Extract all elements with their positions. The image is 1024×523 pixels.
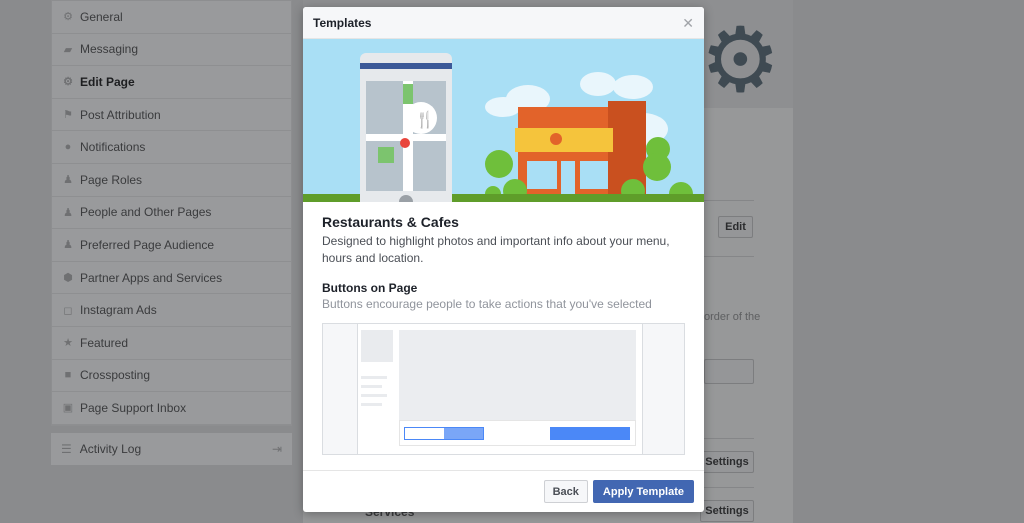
gear-icon: ⚙: [63, 76, 73, 89]
sidebar-item-page-roles[interactable]: ♟ Page Roles: [52, 164, 291, 197]
sidebar-item-featured[interactable]: ★ Featured: [52, 327, 291, 360]
section-description: Buttons encourage people to take actions…: [322, 297, 652, 311]
box-icon: ⬢: [63, 272, 73, 285]
sidebar-item-instagram-ads[interactable]: ◻ Instagram Ads: [52, 294, 291, 327]
background-input[interactable]: [704, 359, 754, 384]
sidebar-item-preferred-page-audience[interactable]: ♟ Preferred Page Audience: [52, 229, 291, 262]
dialog-header: Templates ✕: [303, 7, 704, 39]
sidebar-item-label: People and Other Pages: [80, 205, 212, 220]
sidebar-item-general[interactable]: ⚙ General: [52, 1, 291, 34]
settings-button[interactable]: Settings: [700, 500, 754, 522]
divider: [700, 487, 754, 488]
gear-icon: ⚙: [63, 11, 73, 24]
instagram-icon: ◻: [63, 304, 73, 317]
list-icon: ☰: [61, 442, 72, 456]
sidebar-item-partner-apps-and-services[interactable]: ⬢ Partner Apps and Services: [52, 262, 291, 295]
svg-text:🍴: 🍴: [415, 110, 435, 129]
template-name: Restaurants & Cafes: [322, 214, 459, 230]
sidebar-item-edit-page[interactable]: ⚙ Edit Page: [52, 66, 291, 99]
sidebar-item-label: Messaging: [80, 42, 139, 57]
page-layout-preview: [322, 323, 685, 455]
sidebar-item-label: Partner Apps and Services: [80, 270, 223, 285]
divider: [700, 438, 754, 439]
templates-dialog: Templates ✕ 🍴 Restaurants & Cafes Design…: [303, 7, 704, 512]
close-icon[interactable]: ✕: [682, 15, 694, 32]
sidebar-item-messaging[interactable]: ▰ Messaging: [52, 34, 291, 67]
sidebar-item-label: Post Attribution: [80, 107, 161, 122]
template-description: Designed to highlight photos and importa…: [322, 234, 670, 265]
settings-sidebar: ⚙ General ▰ Messaging ⚙ Edit Page ⚑ Post Attrib…: [51, 0, 292, 426]
sidebar-item-label: Preferred Page Audience: [80, 237, 215, 252]
dialog-footer: Back Apply Template: [303, 470, 704, 512]
messaging-icon: ▰: [63, 43, 73, 56]
dialog-title: Templates: [313, 15, 372, 30]
sidebar-item-label: Edit Page: [80, 74, 135, 89]
globe-icon: ●: [64, 141, 72, 154]
sidebar-item-label: Instagram Ads: [80, 303, 157, 318]
video-icon: ■: [64, 369, 72, 382]
star-icon: ★: [63, 337, 73, 350]
sidebar-item-label: Page Roles: [80, 172, 143, 187]
section-title: Buttons on Page: [322, 281, 418, 295]
sidebar-item-activity-log[interactable]: ☰ Activity Log ⇥: [51, 433, 292, 465]
sidebar-item-label: Page Support Inbox: [80, 400, 187, 415]
divider: [700, 200, 754, 201]
edit-button[interactable]: Edit: [718, 216, 753, 238]
apply-template-button[interactable]: Apply Template: [592, 480, 694, 503]
sidebar-item-label: General: [80, 9, 123, 24]
restaurant-illustration: 🍴: [303, 39, 704, 202]
divider: [700, 256, 754, 257]
person-icon: ♟: [63, 174, 73, 187]
flag-icon: ⚑: [63, 109, 73, 122]
exit-icon: ⇥: [271, 442, 282, 456]
facebook-icon: ▣: [62, 402, 74, 415]
sidebar-item-label: Crossposting: [80, 368, 151, 383]
sidebar-item-crossposting[interactable]: ■ Crossposting: [52, 360, 291, 393]
sidebar-item-notifications[interactable]: ● Notifications: [52, 131, 291, 164]
settings-button[interactable]: Settings: [700, 451, 754, 473]
background-text: order of the: [704, 311, 761, 323]
sidebar-item-label: Notifications: [80, 140, 146, 155]
sidebar-item-page-support-inbox[interactable]: ▣ Page Support Inbox: [52, 392, 291, 425]
back-button[interactable]: Back: [543, 480, 588, 503]
sidebar-item-post-attribution[interactable]: ⚑ Post Attribution: [52, 99, 291, 132]
sidebar-item-label: Activity Log: [79, 442, 142, 456]
sidebar-item-label: Featured: [80, 335, 129, 350]
sidebar-item-people-and-other-pages[interactable]: ♟ People and Other Pages: [52, 197, 291, 230]
person-star-icon: ♟: [63, 206, 73, 219]
gear-illustration-icon: ⚙: [700, 11, 781, 111]
person-star-icon: ♟: [63, 239, 73, 252]
